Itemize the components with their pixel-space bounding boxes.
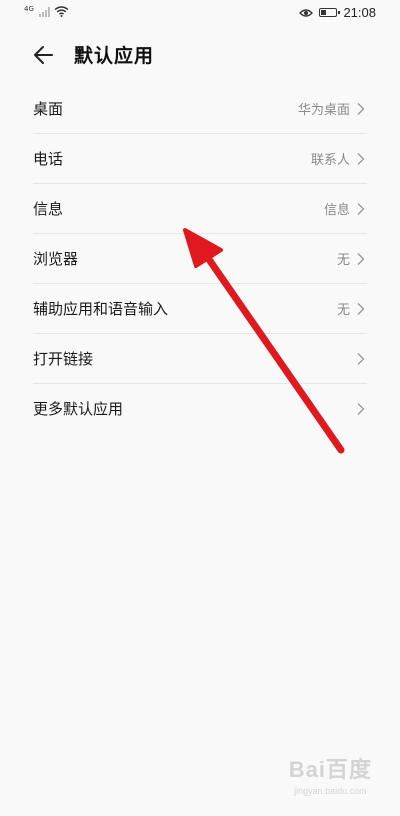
watermark: Bai百度 jingyan.baidu.com bbox=[289, 752, 372, 796]
settings-row-messages[interactable]: 信息 信息 bbox=[33, 184, 367, 234]
chevron-right-icon bbox=[357, 202, 365, 215]
chevron-right-icon bbox=[357, 352, 365, 365]
page-title: 默认应用 bbox=[74, 45, 155, 67]
eye-comfort-icon bbox=[299, 8, 314, 17]
row-label: 浏览器 bbox=[33, 250, 79, 268]
chevron-right-icon bbox=[357, 402, 365, 415]
battery-fill bbox=[321, 10, 327, 15]
row-label: 打开链接 bbox=[33, 350, 94, 368]
signal-icon bbox=[38, 7, 50, 17]
arrow-left-icon bbox=[34, 46, 53, 64]
settings-row-desktop[interactable]: 桌面 华为桌面 bbox=[33, 84, 367, 134]
row-value: 华为桌面 bbox=[297, 103, 350, 118]
watermark-logo: Bai百度 bbox=[288, 757, 372, 782]
back-button[interactable] bbox=[30, 41, 58, 69]
row-value: 无 bbox=[336, 253, 350, 268]
settings-row-phone[interactable]: 电话 联系人 bbox=[33, 134, 367, 184]
chevron-right-icon bbox=[357, 302, 365, 315]
watermark-sub: jingyan.baidu.com bbox=[294, 786, 367, 796]
row-label: 桌面 bbox=[33, 100, 64, 118]
settings-row-open-links[interactable]: 打开链接 bbox=[33, 334, 367, 384]
default-apps-list: 桌面 华为桌面 电话 联系人 信息 信息 浏览器 无 辅助应用和语音输入 无 打… bbox=[33, 84, 367, 433]
chevron-right-icon bbox=[357, 152, 365, 165]
battery-icon bbox=[319, 8, 341, 17]
status-time: 21:08 bbox=[343, 5, 376, 20]
status-left: 4G bbox=[24, 6, 69, 17]
row-value: 无 bbox=[336, 303, 350, 318]
row-label: 信息 bbox=[33, 200, 64, 218]
row-label: 辅助应用和语音输入 bbox=[33, 300, 169, 318]
settings-row-assistant-voice-input[interactable]: 辅助应用和语音输入 无 bbox=[33, 284, 367, 334]
header: 默认应用 bbox=[0, 30, 400, 80]
network-type-label: 4G bbox=[24, 5, 34, 13]
wifi-icon bbox=[54, 6, 69, 17]
row-value: 信息 bbox=[323, 203, 350, 218]
status-bar: 4G 21:08 bbox=[0, 0, 400, 26]
row-label: 电话 bbox=[33, 150, 64, 168]
status-right: 21:08 bbox=[299, 5, 376, 20]
settings-row-browser[interactable]: 浏览器 无 bbox=[33, 234, 367, 284]
row-label: 更多默认应用 bbox=[33, 400, 124, 418]
row-value: 联系人 bbox=[310, 153, 350, 168]
chevron-right-icon bbox=[357, 102, 365, 115]
settings-row-more-default-apps[interactable]: 更多默认应用 bbox=[33, 384, 367, 433]
chevron-right-icon bbox=[357, 252, 365, 265]
